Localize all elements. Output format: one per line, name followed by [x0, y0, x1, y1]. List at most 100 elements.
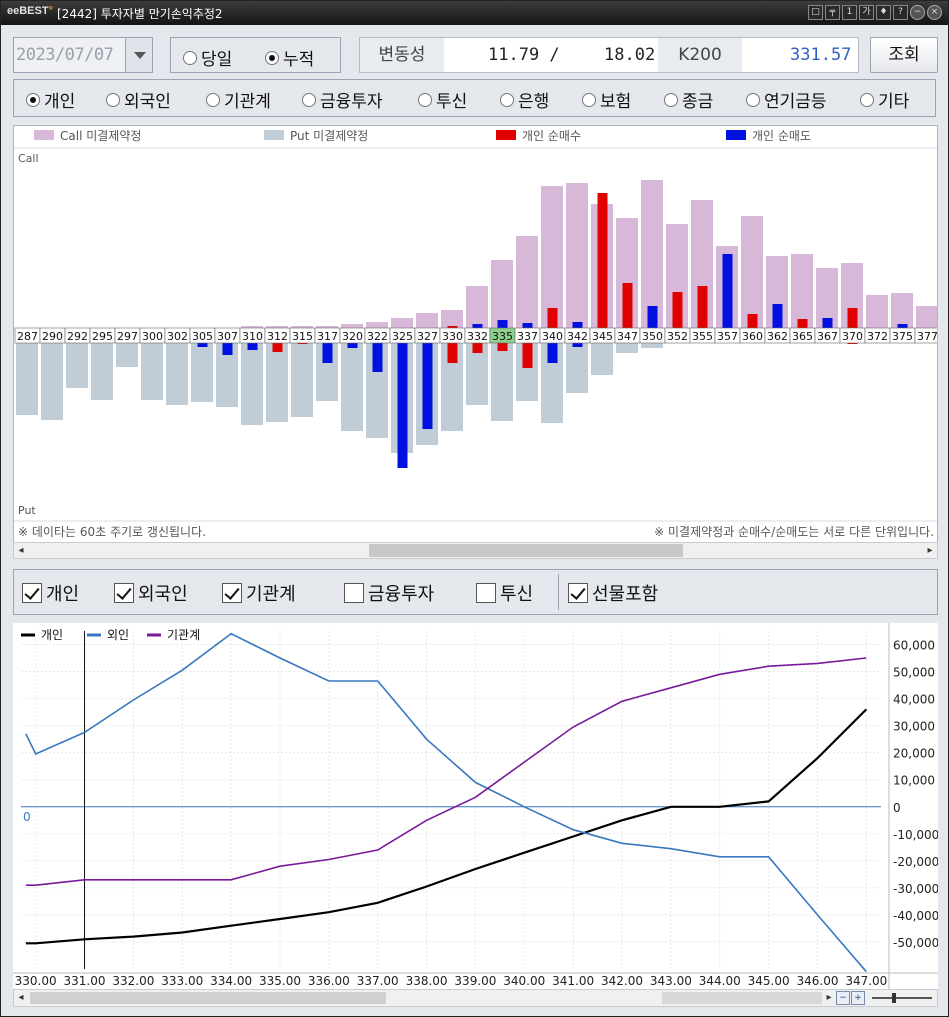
strike-label: 312: [267, 330, 288, 343]
period-radio-group: 당일 누적: [170, 37, 341, 73]
investor-radio-label: 개인: [44, 92, 76, 112]
scroll-thumb-secondary[interactable]: [662, 992, 822, 1004]
call-oi-bar: [791, 254, 813, 328]
checkbox-box[interactable]: [114, 583, 134, 603]
investor-radio-4[interactable]: 투신: [418, 87, 467, 112]
zoom-slider-track[interactable]: [872, 997, 932, 999]
strike-label: 292: [67, 330, 88, 343]
pnl-line-svg: 0 60,000 50,000 40,000 30,000 20,000 10,000 0 -1…: [13, 623, 939, 989]
zoom-slider-thumb[interactable]: [892, 993, 896, 1003]
investor-radio-8[interactable]: 연기금등: [746, 87, 827, 112]
call-oi-bar: [741, 216, 763, 328]
zoom-in-icon[interactable]: +: [851, 991, 865, 1005]
checkbox-box[interactable]: [22, 583, 42, 603]
investor-radio-1[interactable]: 외국인: [106, 87, 171, 112]
call-net-buy-bar: [747, 314, 758, 328]
chart1-hscrollbar[interactable]: ◂ ▸: [13, 542, 938, 559]
date-picker[interactable]: 2023/07/07: [13, 37, 153, 73]
investor-radio-dot: [664, 92, 678, 107]
investor-radio-group: 개인 외국인 기관계 금융투자 투신 은행 보험 종금 연기금등 기타: [13, 79, 936, 117]
radio-today[interactable]: 당일: [183, 45, 232, 70]
chart2-hscrollbar[interactable]: ◂ ▸ − +: [13, 989, 938, 1007]
investor-radio-0[interactable]: 개인: [26, 87, 75, 112]
title-bar: eeBEST° [2442] 투자자별 만기손익추정2 □ ╤ 1 가 ♦ ? …: [1, 1, 948, 25]
y-tick-label: 60,000: [893, 639, 935, 653]
x-tick-label: 332.00: [112, 974, 154, 988]
close-icon[interactable]: ×: [927, 5, 942, 20]
scroll-thumb[interactable]: [30, 992, 386, 1004]
put-net-sell-bar: [547, 343, 558, 363]
series-checkbox-1[interactable]: 외국인: [114, 580, 188, 606]
call-oi-bar: [441, 310, 463, 328]
strike-label: 327: [417, 330, 438, 343]
checkbox-label: 기관계: [246, 584, 296, 605]
link-1-icon[interactable]: 1: [842, 5, 857, 20]
investor-radio-label: 금융투자: [320, 92, 383, 112]
investor-radio-label: 은행: [518, 92, 550, 112]
strike-label: 342: [567, 330, 588, 343]
scroll-right-icon[interactable]: ▸: [822, 991, 836, 1005]
strike-label: 375: [892, 330, 913, 343]
put-oi-bar: [116, 343, 138, 367]
investor-radio-2[interactable]: 기관계: [206, 87, 271, 112]
investor-radio-label: 보험: [600, 92, 632, 112]
help-icon[interactable]: ?: [893, 5, 908, 20]
settings-icon[interactable]: ♦: [876, 5, 891, 20]
investor-radio-5[interactable]: 은행: [500, 87, 549, 112]
restore-icon[interactable]: □: [808, 5, 823, 20]
checkbox-box[interactable]: [568, 583, 588, 603]
investor-radio-label: 투신: [436, 92, 468, 112]
k200-label: K200: [658, 38, 742, 72]
pin-icon[interactable]: ╤: [825, 5, 840, 20]
checkbox-label: 외국인: [138, 584, 188, 605]
checkbox-box[interactable]: [476, 583, 496, 603]
call-oi-bar: [366, 322, 388, 328]
investor-radio-9[interactable]: 기타: [860, 87, 909, 112]
investor-radio-dot: [106, 92, 120, 107]
investor-radio-7[interactable]: 종금: [664, 87, 713, 112]
investor-radio-6[interactable]: 보험: [582, 87, 631, 112]
investor-radio-dot: [418, 92, 432, 107]
series-checkbox-5[interactable]: 선물포함: [568, 580, 658, 606]
call-oi-bar: [341, 324, 363, 328]
chevron-down-icon[interactable]: [125, 38, 152, 72]
font-size-icon[interactable]: 가: [859, 5, 874, 20]
radio-cumulative[interactable]: 누적: [265, 45, 314, 70]
scroll-left-icon[interactable]: ◂: [14, 543, 28, 558]
strike-label: 322: [367, 330, 388, 343]
scroll-left-icon[interactable]: ◂: [14, 991, 28, 1005]
zero-label: 0: [23, 810, 31, 824]
put-oi-bar: [266, 343, 288, 422]
x-tick-label: 345.00: [748, 974, 790, 988]
series-checkbox-3[interactable]: 금융투자: [344, 580, 434, 606]
zoom-out-icon[interactable]: −: [836, 991, 850, 1005]
checkbox-box[interactable]: [222, 583, 242, 603]
strike-label: 337: [517, 330, 538, 343]
radio-cumulative-label: 누적: [283, 50, 315, 70]
x-tick-label: 330.00: [15, 974, 57, 988]
scroll-thumb[interactable]: [369, 544, 683, 557]
y-tick-label: 50,000: [893, 666, 935, 680]
legend-label: 개인: [41, 628, 63, 642]
checkbox-box[interactable]: [344, 583, 364, 603]
call-net-buy-bar: [697, 286, 708, 328]
minimize-icon[interactable]: −: [910, 5, 925, 20]
put-oi-bar: [341, 343, 363, 431]
call-axis-label: Call: [18, 152, 39, 165]
x-tick-label: 335.00: [259, 974, 301, 988]
series-checkbox-2[interactable]: 기관계: [222, 580, 296, 606]
put-net-buy-bar: [522, 343, 533, 368]
call-oi-bar: [541, 186, 563, 328]
call-net-buy-bar: [847, 308, 858, 328]
volatility-value-1: 11.79 /: [488, 45, 560, 65]
series-checkbox-4[interactable]: 투신: [476, 580, 533, 606]
put-oi-bar: [91, 343, 113, 400]
put-net-sell-bar: [197, 343, 208, 347]
x-tick-label: 340.00: [503, 974, 545, 988]
strike-label: 357: [717, 330, 738, 343]
scroll-right-icon[interactable]: ▸: [923, 543, 937, 558]
query-button[interactable]: 조회: [870, 37, 938, 73]
series-checkbox-0[interactable]: 개인: [22, 580, 79, 606]
put-net-sell-bar: [247, 343, 258, 350]
investor-radio-3[interactable]: 금융투자: [302, 87, 383, 112]
